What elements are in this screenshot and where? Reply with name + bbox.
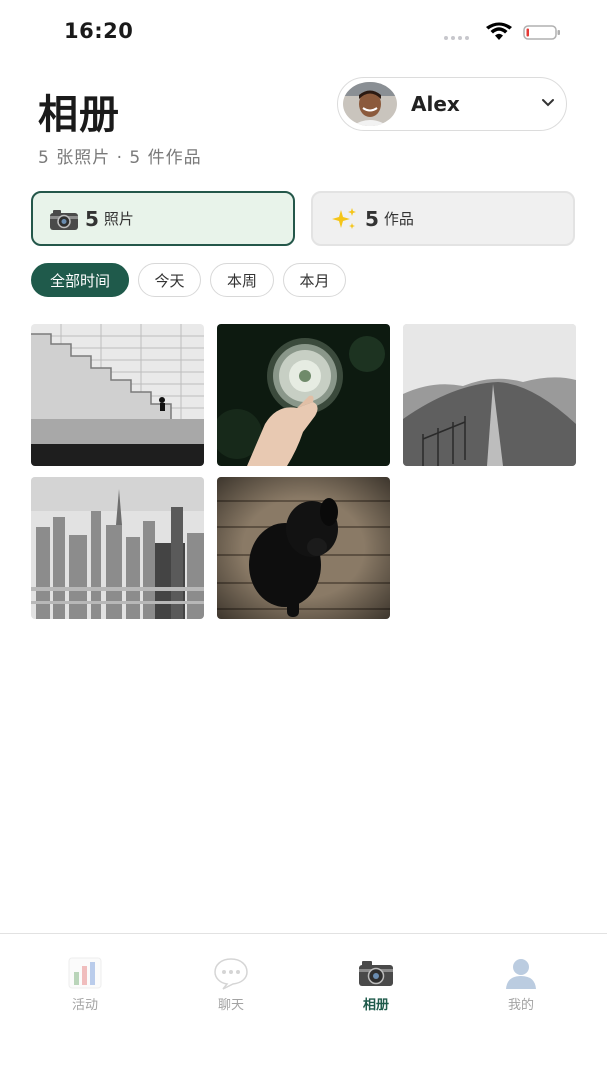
filter-this-month[interactable]: 本月 — [283, 263, 346, 297]
sparkles-icon — [332, 207, 356, 229]
wifi-icon — [486, 22, 512, 40]
photo-label: 照片 — [103, 210, 134, 228]
photo-city — [31, 477, 204, 619]
chevron-down-icon — [542, 99, 554, 107]
nav-label-album: 相册 — [362, 998, 389, 1013]
chat-bubble-icon — [214, 958, 248, 990]
status-bar: 16:20 — [0, 0, 607, 64]
photo-thumbnail-hills[interactable] — [403, 324, 576, 466]
photo-stairs — [31, 324, 204, 466]
photo-dog — [217, 477, 390, 619]
bottom-nav: 活动 聊天 相册 我的 — [0, 933, 607, 1080]
page-subtitle: 5 张照片 · 5 件作品 — [38, 148, 202, 168]
nav-item-chat[interactable]: 聊天 — [181, 956, 281, 1013]
battery-icon — [523, 25, 560, 40]
person-icon — [506, 959, 536, 989]
cellular-signal-icon — [444, 36, 469, 40]
user-name: Alex — [411, 92, 460, 116]
nav-item-album[interactable]: 相册 — [326, 956, 426, 1013]
camera-icon — [50, 209, 78, 230]
page-title: 相册 — [38, 92, 120, 138]
nav-label-chat: 聊天 — [217, 998, 244, 1013]
photo-thumbnail-city[interactable] — [31, 477, 204, 619]
photo-count: 5 — [85, 206, 99, 231]
segment-works[interactable]: 5 作品 — [311, 191, 575, 246]
photo-thumbnail-dog[interactable] — [217, 477, 390, 619]
camera-icon — [359, 961, 393, 986]
user-switcher[interactable]: Alex — [337, 77, 567, 131]
filter-this-week[interactable]: 本周 — [210, 263, 274, 297]
chart-icon — [68, 957, 102, 989]
nav-item-me[interactable]: 我的 — [471, 956, 571, 1013]
works-count: 5 — [365, 206, 379, 231]
avatar — [343, 82, 397, 126]
nav-item-activity[interactable]: 活动 — [35, 956, 135, 1013]
photo-thumbnail-stairs[interactable] — [31, 324, 204, 466]
nav-label-activity: 活动 — [71, 998, 98, 1013]
segment-photos[interactable]: 5 照片 — [31, 191, 295, 246]
photo-thumbnail-dandelion[interactable] — [217, 324, 390, 466]
works-label: 作品 — [383, 210, 414, 228]
photo-dandelion — [217, 324, 390, 466]
filter-all-time[interactable]: 全部时间 — [31, 263, 129, 297]
filter-today[interactable]: 今天 — [138, 263, 201, 297]
photo-hills — [403, 324, 576, 466]
nav-label-me: 我的 — [507, 998, 534, 1013]
status-time: 16:20 — [64, 19, 134, 43]
